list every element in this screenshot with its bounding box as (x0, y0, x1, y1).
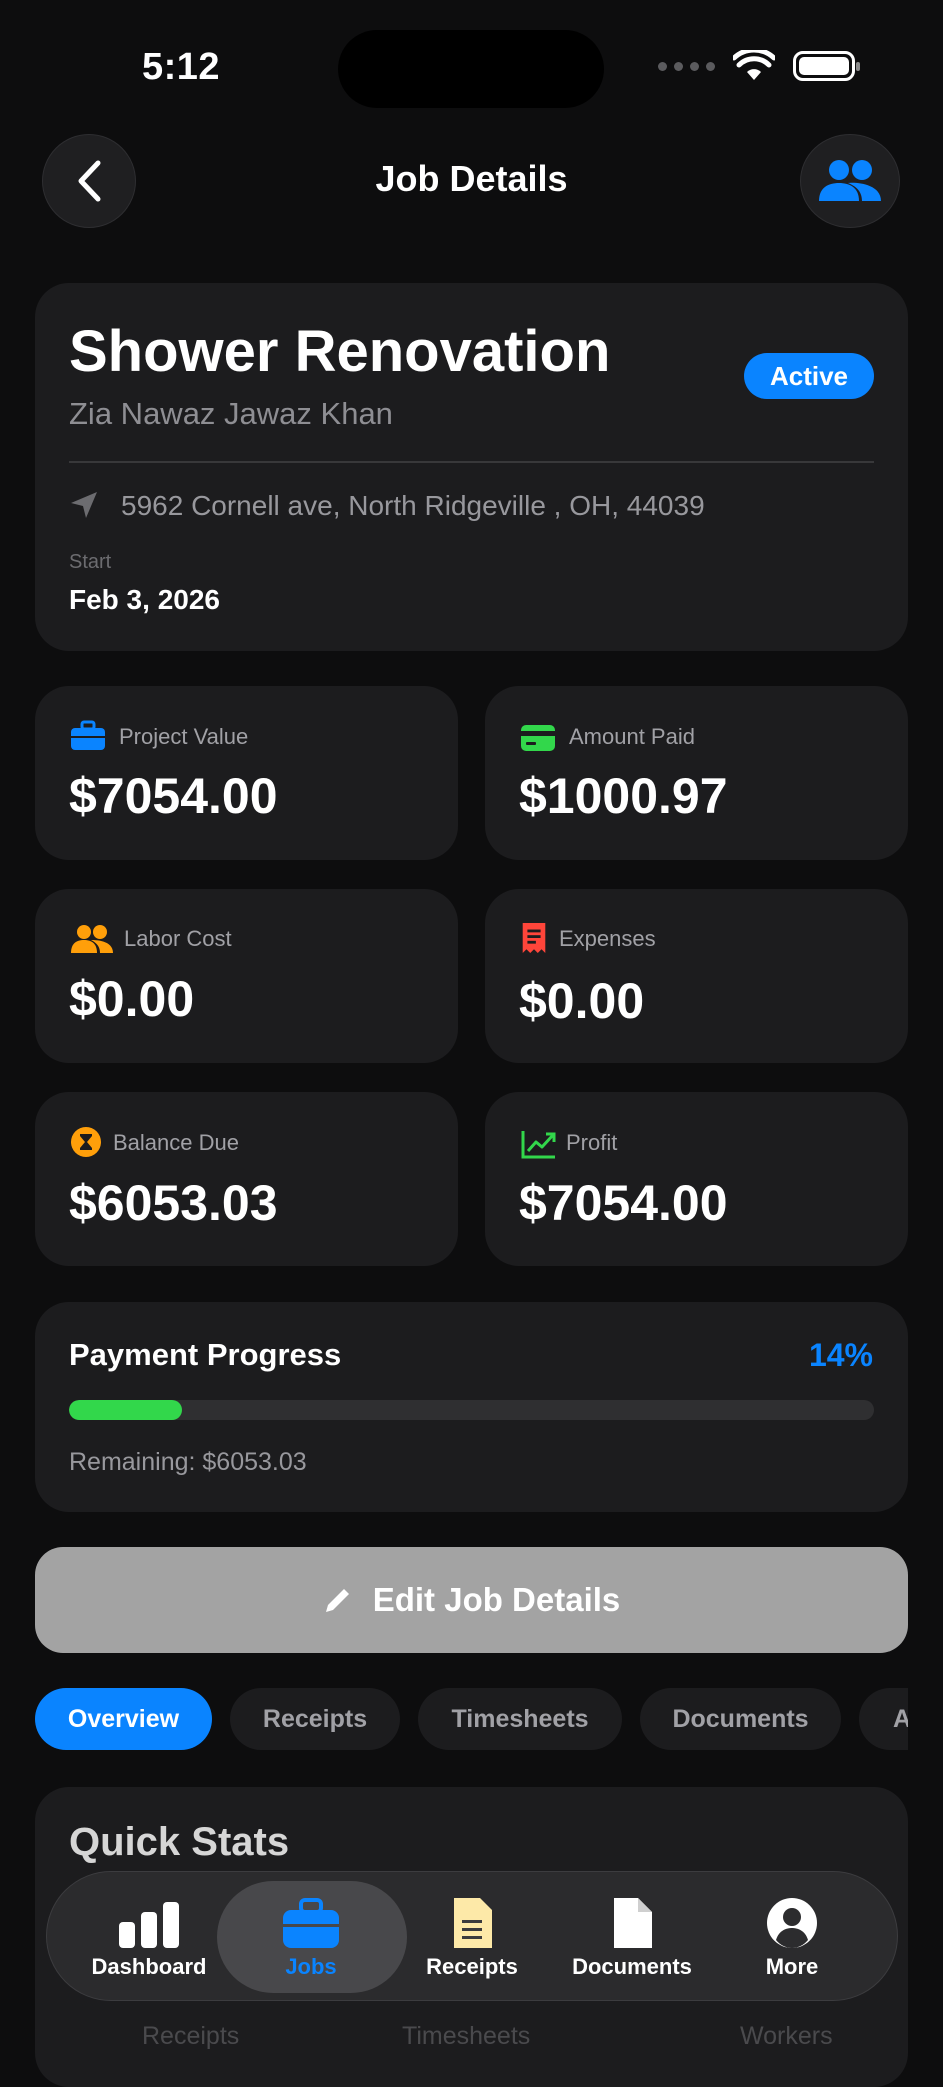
receipt-doc-icon (454, 1898, 492, 1948)
quick-stat-workers-label: Workers (740, 2022, 833, 2050)
tabbar-dashboard[interactable]: Dashboard (74, 1896, 224, 1980)
payment-progress-bar (69, 1400, 874, 1420)
start-date: Feb 3, 2026 (69, 584, 220, 615)
quick-stat-timesheets-label: Timesheets (402, 2022, 531, 2050)
detail-tabs: Overview Receipts Timesheets Documents A (35, 1688, 908, 1750)
receipt-icon (522, 922, 546, 954)
tabbar-more[interactable]: More (717, 1896, 867, 1980)
status-time: 5:12 (142, 46, 221, 88)
document-icon (614, 1898, 652, 1948)
edit-job-label: Edit Job Details (372, 1581, 621, 1618)
job-title: Shower Renovation (69, 319, 611, 384)
tabbar-label: Jobs (285, 1954, 337, 1979)
people-icon (71, 925, 113, 953)
job-client-name: Zia Nawaz Jawaz Khan (69, 396, 393, 431)
tabbar-jobs[interactable]: Jobs (236, 1896, 386, 1980)
person-circle-icon (767, 1898, 817, 1948)
stat-value: $6053.03 (69, 1175, 278, 1231)
quick-stats-title: Quick Stats (69, 1820, 290, 1864)
status-badge: Active (744, 353, 874, 399)
divider (69, 461, 874, 463)
stat-label: Balance Due (113, 1130, 239, 1155)
briefcase-icon (71, 720, 105, 750)
stat-value: $1000.97 (519, 768, 728, 824)
tabbar-label: Documents (572, 1954, 692, 1979)
stat-value: $0.00 (69, 971, 195, 1027)
tabbar-documents[interactable]: Documents (557, 1896, 707, 1980)
stat-label: Expenses (559, 926, 656, 951)
tabbar-label: Dashboard (91, 1954, 207, 1979)
edit-job-button[interactable]: Edit Job Details (35, 1547, 908, 1653)
quick-stat-receipts-label: Receipts (142, 2022, 240, 2050)
team-button[interactable] (800, 134, 900, 228)
stat-label: Project Value (119, 724, 249, 749)
battery-icon (793, 51, 860, 81)
tab-more-partial[interactable]: A (859, 1688, 908, 1750)
stat-label: Labor Cost (124, 926, 232, 951)
location-arrow-icon (71, 492, 97, 518)
stat-label: Amount Paid (569, 724, 695, 749)
payment-remaining: Remaining: $6053.03 (69, 1448, 307, 1476)
tab-documents[interactable]: Documents (640, 1688, 841, 1750)
payment-progress-percent: 14% (808, 1337, 873, 1373)
status-icons (658, 50, 860, 82)
tabbar-label: More (765, 1954, 819, 1979)
tabbar-receipts[interactable]: Receipts (397, 1896, 547, 1980)
bar-chart-icon (119, 1902, 179, 1948)
stat-label: Profit (566, 1130, 618, 1155)
credit-card-icon (521, 725, 555, 751)
wifi-icon (733, 50, 775, 80)
tab-receipts[interactable]: Receipts (230, 1688, 400, 1750)
payment-progress-fill (69, 1400, 182, 1420)
people-icon (819, 160, 881, 201)
tab-timesheets[interactable]: Timesheets (418, 1688, 622, 1750)
briefcase-icon (283, 1898, 339, 1948)
pencil-icon (325, 1589, 349, 1612)
tab-overview[interactable]: Overview (35, 1688, 212, 1750)
stat-value: $0.00 (519, 973, 645, 1029)
payment-progress-title: Payment Progress (69, 1337, 342, 1372)
stat-value: $7054.00 (69, 768, 278, 824)
tabbar-label: Receipts (426, 1954, 518, 1979)
start-label: Start (69, 551, 112, 573)
dynamic-island (338, 30, 604, 108)
hourglass-icon (71, 1127, 101, 1157)
stat-value: $7054.00 (519, 1175, 728, 1231)
job-address[interactable]: 5962 Cornell ave, North Ridgeville , OH,… (121, 490, 705, 522)
trend-up-icon (521, 1131, 556, 1159)
signal-icon (658, 61, 715, 71)
